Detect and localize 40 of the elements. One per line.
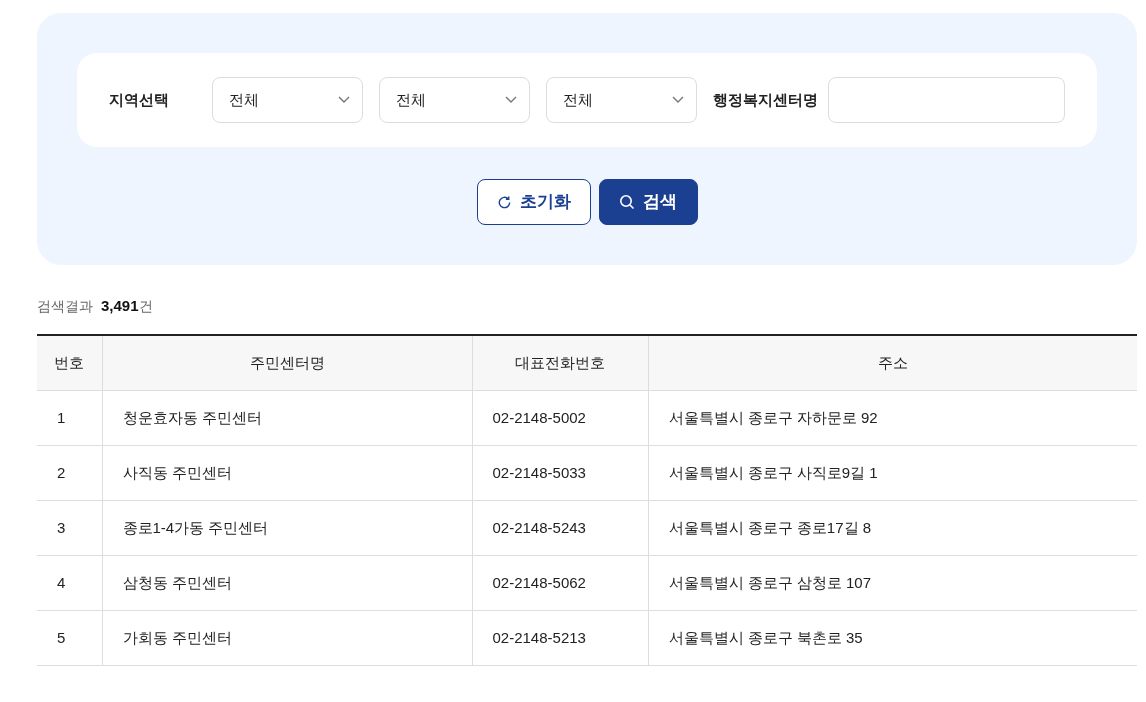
- reset-button[interactable]: 초기화: [476, 179, 591, 225]
- column-header: 주소: [648, 334, 1137, 391]
- region-select[interactable]: 전체: [546, 77, 698, 123]
- region-label: 지역선택: [109, 89, 170, 110]
- result-label: 검색결과: [37, 297, 93, 316]
- table-cell: 02-2148-5062: [472, 555, 648, 611]
- table-cell: 02-2148-5243: [472, 500, 648, 556]
- table-cell: 02-2148-5033: [472, 445, 648, 501]
- table-cell: 5: [37, 610, 102, 666]
- chevron-down-icon: [672, 96, 685, 104]
- table-cell: 서울특별시 종로구 종로17길 8: [648, 500, 1137, 556]
- table-cell: 서울특별시 종로구 북촌로 35: [648, 610, 1137, 666]
- table-cell: 3: [37, 500, 102, 556]
- table-cell: 1: [37, 390, 102, 446]
- search-icon: [619, 194, 635, 210]
- center-name-field[interactable]: [828, 77, 1065, 123]
- table-cell: 2: [37, 445, 102, 501]
- center-name-label: 행정복지센터명: [713, 89, 819, 110]
- table-cell: 서울특별시 종로구 사직로9길 1: [648, 445, 1137, 501]
- table-cell: 가회동 주민센터: [102, 610, 472, 666]
- column-header: 주민센터명: [102, 334, 472, 391]
- table-cell: 청운효자동 주민센터: [102, 390, 472, 446]
- table-cell: 4: [37, 555, 102, 611]
- column-header: 번호: [37, 334, 102, 391]
- table-cell: 사직동 주민센터: [102, 445, 472, 501]
- refresh-icon: [496, 194, 512, 210]
- result-count: 3,491: [101, 296, 139, 316]
- region-select[interactable]: 전체: [212, 77, 364, 123]
- chevron-down-icon: [338, 96, 351, 104]
- column-header: 대표전화번호: [472, 334, 648, 391]
- search-button[interactable]: 검색: [598, 179, 698, 225]
- result-unit: 건: [138, 297, 153, 316]
- table-cell: 종로1-4가동 주민센터: [102, 500, 472, 556]
- table-cell: 서울특별시 종로구 자하문로 92: [648, 390, 1137, 446]
- region-select[interactable]: 전체: [379, 77, 531, 123]
- table-cell: 02-2148-5213: [472, 610, 648, 666]
- table-cell: 삼청동 주민센터: [102, 555, 472, 611]
- table-cell: 서울특별시 종로구 삼청로 107: [648, 555, 1137, 611]
- table-cell: 02-2148-5002: [472, 390, 648, 446]
- chevron-down-icon: [505, 96, 518, 104]
